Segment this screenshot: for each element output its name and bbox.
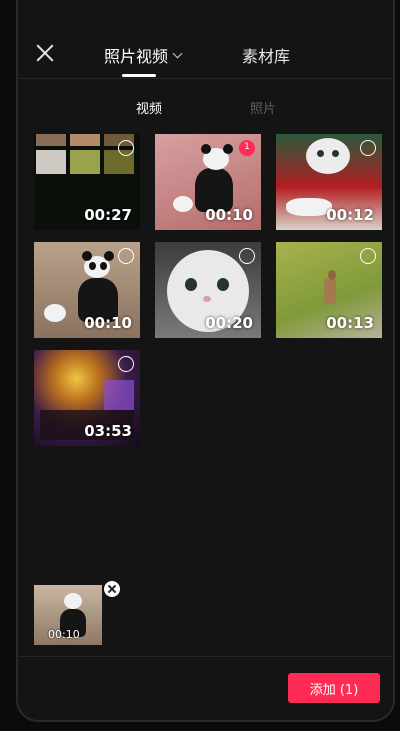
top-bar: 照片视频 素材库 (18, 0, 393, 79)
tile-image (328, 270, 336, 280)
select-circle[interactable] (118, 356, 134, 372)
subtab-video[interactable]: 视频 (136, 98, 162, 117)
duration-label: 00:13 (326, 314, 374, 332)
tile-image (203, 296, 211, 302)
subtab-photo[interactable]: 照片 (250, 98, 276, 117)
active-tab-indicator (122, 74, 156, 77)
select-circle[interactable] (360, 140, 376, 156)
tile-image (306, 138, 350, 174)
tile-image (89, 262, 96, 270)
selected-thumbnail[interactable]: 00:10 (34, 585, 102, 645)
remove-selected-icon[interactable] (104, 581, 120, 597)
tile-image (104, 380, 134, 410)
media-tile[interactable]: 1 00:10 (155, 134, 261, 230)
select-circle[interactable] (360, 248, 376, 264)
tile-image (64, 593, 82, 609)
tile-image (70, 134, 100, 146)
tile-image (324, 278, 336, 304)
select-circle[interactable] (239, 248, 255, 264)
media-tile[interactable]: 00:10 (34, 242, 140, 338)
media-tile[interactable]: 00:20 (155, 242, 261, 338)
select-circle[interactable] (118, 140, 134, 156)
tile-image (223, 144, 233, 154)
tile-image (36, 134, 66, 146)
select-circle[interactable] (118, 248, 134, 264)
duration-label: 00:10 (205, 206, 253, 224)
media-picker: 照片视频 素材库 视频 照片 00:27 1 00:10 00:12 00:10… (16, 0, 395, 722)
media-tile[interactable]: 03:53 (34, 350, 140, 446)
tile-image (317, 150, 324, 157)
media-tile[interactable]: 00:27 (34, 134, 140, 230)
tile-image (185, 278, 197, 291)
tile-image (70, 150, 100, 174)
media-tile[interactable]: 00:13 (276, 242, 382, 338)
tile-image (104, 251, 114, 261)
tile-image (100, 262, 107, 270)
tab-photos-videos[interactable]: 照片视频 (104, 43, 183, 67)
close-icon[interactable] (36, 44, 54, 62)
tile-image (173, 196, 193, 212)
media-tile[interactable]: 00:12 (276, 134, 382, 230)
selected-duration-label: 00:10 (48, 628, 80, 641)
duration-label: 00:20 (205, 314, 253, 332)
tile-image (44, 304, 66, 322)
select-badge[interactable]: 1 (239, 140, 255, 156)
add-button[interactable]: 添加 (1) (288, 673, 380, 703)
chevron-down-icon (172, 48, 183, 58)
tab-library[interactable]: 素材库 (242, 43, 290, 67)
duration-label: 03:53 (84, 422, 132, 440)
tile-image (82, 251, 92, 261)
duration-label: 00:12 (326, 206, 374, 224)
tile-image (201, 144, 211, 154)
duration-label: 00:10 (84, 314, 132, 332)
tab-photos-videos-label: 照片视频 (104, 47, 169, 66)
tile-image (36, 150, 66, 174)
footer-divider (18, 656, 393, 657)
tile-image (217, 278, 229, 291)
tile-image (332, 150, 339, 157)
duration-label: 00:27 (84, 206, 132, 224)
